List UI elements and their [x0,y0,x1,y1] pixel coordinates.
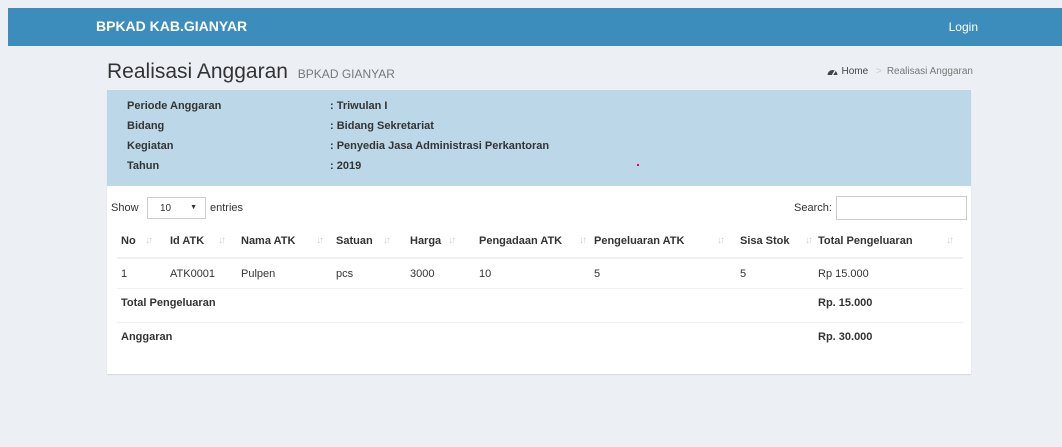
column-header-sisa-stok[interactable]: Sisa Stok [740,235,790,247]
column-header-pengeluaran-atk[interactable]: Pengeluaran ATK [594,235,684,247]
sort-icon[interactable]: ↓↑ [145,235,153,246]
cell-pengadaan-atk: 10 [479,268,492,280]
footer-anggaran-label: Anggaran [121,331,173,343]
cell-nama-atk: Pulpen [241,268,276,280]
info-label: Tahun [127,160,160,172]
sort-icon[interactable]: ↓↑ [218,235,226,246]
entries-label: entries [210,202,244,214]
budget-info-panel: Periode Anggaran : Triwulan I Bidang : B… [107,90,971,186]
dashboard-icon [827,70,838,76]
sort-icon[interactable]: ↓↑ [316,235,324,246]
info-label: Bidang [127,120,165,132]
caret-down-icon: ▼ [190,204,197,211]
entries-value: 10 [160,203,172,214]
decorative-dot [637,164,639,166]
column-header-satuan[interactable]: Satuan [336,235,373,247]
column-header-no[interactable]: No [121,235,136,247]
info-value: : Triwulan I [330,100,388,112]
footer-total-value: Rp. 15.000 [818,297,873,309]
breadcrumb-separator: > [875,66,882,77]
cell-satuan: pcs [336,268,354,280]
cell-pengeluaran-atk: 5 [594,268,601,280]
page-title: Realisasi Anggaran BPKAD GIANYAR [107,60,395,84]
row-divider [117,288,963,289]
content-header: Realisasi Anggaran BPKAD GIANYAR Home > R… [107,58,973,86]
show-label: Show [111,202,139,214]
content-box: Periode Anggaran : Triwulan I Bidang : B… [107,90,971,374]
entries-select[interactable]: 10 ▼ [147,197,206,219]
info-value: : 2019 [330,160,362,172]
sort-icon[interactable]: ↓↑ [383,235,391,246]
column-header-nama-atk[interactable]: Nama ATK [241,235,295,247]
cell-id-atk: ATK0001 [170,268,216,280]
page-subtitle: BPKAD GIANYAR [297,67,395,81]
sort-icon[interactable]: ↓↑ [717,235,725,246]
info-value: : Penyedia Jasa Administrasi Perkantoran [330,140,550,152]
column-header-harga[interactable]: Harga [410,235,441,247]
column-header-total-pengeluaran[interactable]: Total Pengeluaran [818,235,913,247]
login-link[interactable]: Login [949,20,978,34]
top-navbar: BPKAD KAB.GIANYAR Login [8,8,1062,46]
table-controls: Show 10 ▼ entries Search: [111,196,967,220]
cell-no: 1 [121,268,128,280]
page-title-text: Realisasi Anggaran [107,60,288,83]
breadcrumb-current: Realisasi Anggaran [886,66,973,77]
info-label: Kegiatan [127,140,174,152]
breadcrumb-home[interactable]: Home [827,66,871,77]
sort-icon[interactable]: ↓↑ [946,235,954,246]
info-label: Periode Anggaran [127,100,222,112]
breadcrumb: Home > Realisasi Anggaran [827,66,973,77]
sort-icon[interactable]: ↓↑ [448,235,456,246]
column-header-pengadaan-atk[interactable]: Pengadaan ATK [479,235,562,247]
column-header-id-atk[interactable]: Id ATK [170,235,204,247]
sort-icon[interactable]: ↓↑ [579,235,587,246]
brand-logo-text[interactable]: BPKAD KAB.GIANYAR [96,18,247,34]
cell-harga: 3000 [410,268,435,280]
search-label: Search: [794,202,832,214]
info-value: : Bidang Sekretariat [330,120,434,132]
sort-icon[interactable]: ↓↑ [805,235,813,246]
footer-total-label: Total Pengeluaran [121,297,216,309]
footer-anggaran-value: Rp. 30.000 [818,331,873,343]
row-divider [117,322,963,323]
breadcrumb-home-label: Home [841,66,869,77]
cell-total-pengeluaran: Rp 15.000 [818,268,869,280]
cell-sisa-stok: 5 [740,268,747,280]
search-input[interactable] [836,196,967,220]
header-divider [117,257,963,259]
